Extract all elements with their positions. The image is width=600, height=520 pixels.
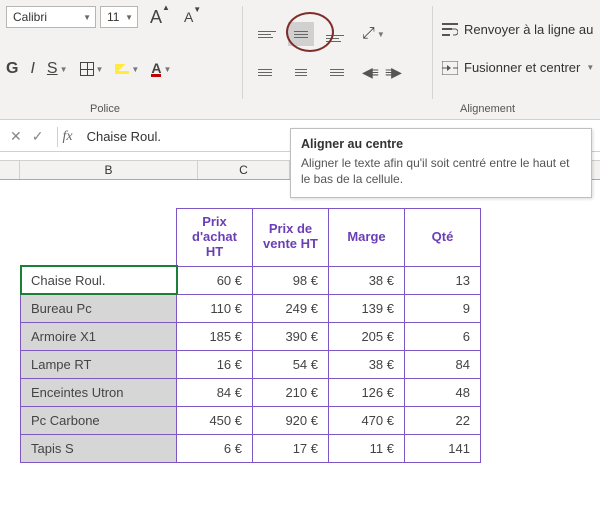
wrap-text-button[interactable]: Renvoyer à la ligne au bbox=[442, 22, 593, 37]
bucket-icon bbox=[115, 64, 129, 74]
borders-button[interactable]: ▼ bbox=[80, 62, 104, 76]
cell-qty[interactable]: 48 bbox=[405, 378, 481, 406]
worksheet[interactable]: Prix d'achat HT Prix de vente HT Marge Q… bbox=[0, 180, 600, 520]
cell-product-name[interactable]: Tapis S bbox=[21, 434, 177, 462]
table-row[interactable]: Chaise Roul.60 €98 €38 €13 bbox=[21, 266, 481, 294]
font-name-value: Calibri bbox=[13, 10, 47, 24]
decrease-font-size-button[interactable]: A▼ bbox=[184, 9, 201, 25]
separator bbox=[432, 6, 433, 99]
cell-sell-price[interactable]: 920 € bbox=[253, 406, 329, 434]
table-row[interactable]: Armoire X1185 €390 €205 €6 bbox=[21, 322, 481, 350]
cell-qty[interactable]: 141 bbox=[405, 434, 481, 462]
decrease-indent-button[interactable]: ◀≡ bbox=[362, 64, 377, 81]
cell-buy-price[interactable]: 450 € bbox=[177, 406, 253, 434]
cell-margin[interactable]: 126 € bbox=[329, 378, 405, 406]
cell-buy-price[interactable]: 6 € bbox=[177, 434, 253, 462]
orientation-button[interactable]: ⤢▼ bbox=[362, 25, 385, 43]
chevron-down-icon: ▼ bbox=[83, 13, 91, 22]
cell-product-name[interactable]: Lampe RT bbox=[21, 350, 177, 378]
table-header[interactable]: Qté bbox=[405, 209, 481, 267]
fx-icon[interactable]: fx bbox=[62, 129, 72, 145]
table-header[interactable]: Prix de vente HT bbox=[253, 209, 329, 267]
cell-margin[interactable]: 11 € bbox=[329, 434, 405, 462]
cell-margin[interactable]: 139 € bbox=[329, 294, 405, 322]
cell-qty[interactable]: 22 bbox=[405, 406, 481, 434]
cell-product-name[interactable]: Bureau Pc bbox=[21, 294, 177, 322]
cell-buy-price[interactable]: 185 € bbox=[177, 322, 253, 350]
align-left-button[interactable] bbox=[254, 60, 280, 84]
cell-margin[interactable]: 38 € bbox=[329, 266, 405, 294]
ribbon: Calibri ▼ 11 ▼ A▲ A▼ G I S▼ ▼ ▼ A▼ Polic… bbox=[0, 0, 600, 120]
cell-margin[interactable]: 38 € bbox=[329, 350, 405, 378]
formula-bar-value[interactable]: Chaise Roul. bbox=[73, 129, 161, 144]
font-size-combo[interactable]: 11 ▼ bbox=[100, 6, 138, 28]
merge-center-label: Fusionner et centrer bbox=[464, 60, 580, 75]
chevron-down-icon: ▼ bbox=[125, 13, 133, 22]
bold-button[interactable]: G bbox=[6, 60, 18, 78]
borders-icon bbox=[80, 62, 94, 76]
cell-product-name[interactable]: Chaise Roul. bbox=[21, 266, 177, 294]
column-header-b[interactable]: B bbox=[20, 161, 198, 179]
wrap-text-label: Renvoyer à la ligne au bbox=[464, 22, 593, 37]
cell-product-name[interactable]: Pc Carbone bbox=[21, 406, 177, 434]
underline-button[interactable]: S▼ bbox=[47, 60, 68, 78]
table-header[interactable]: Marge bbox=[329, 209, 405, 267]
cell-buy-price[interactable]: 110 € bbox=[177, 294, 253, 322]
cell-qty[interactable]: 6 bbox=[405, 322, 481, 350]
cell-margin[interactable]: 205 € bbox=[329, 322, 405, 350]
tooltip-title: Aligner au centre bbox=[301, 137, 581, 151]
cell-sell-price[interactable]: 54 € bbox=[253, 350, 329, 378]
align-middle-button[interactable] bbox=[288, 22, 314, 46]
tooltip: Aligner au centre Aligner le texte afin … bbox=[290, 128, 592, 198]
cell-qty[interactable]: 9 bbox=[405, 294, 481, 322]
merge-center-button[interactable]: Fusionner et centrer ▼ bbox=[442, 60, 594, 75]
cell-buy-price[interactable]: 84 € bbox=[177, 378, 253, 406]
row-header-gutter[interactable] bbox=[0, 161, 20, 179]
ribbon-group-label-alignment: Alignement bbox=[460, 103, 515, 115]
italic-button[interactable]: I bbox=[30, 60, 34, 78]
merge-icon bbox=[442, 61, 458, 75]
cell-qty[interactable]: 13 bbox=[405, 266, 481, 294]
increase-font-size-button[interactable]: A▲ bbox=[150, 7, 170, 28]
cell-sell-price[interactable]: 210 € bbox=[253, 378, 329, 406]
cell-buy-price[interactable]: 60 € bbox=[177, 266, 253, 294]
table-header[interactable]: Prix d'achat HT bbox=[177, 209, 253, 267]
table-corner bbox=[21, 209, 177, 267]
table-row[interactable]: Tapis S6 €17 €11 €141 bbox=[21, 434, 481, 462]
cell-sell-price[interactable]: 17 € bbox=[253, 434, 329, 462]
data-table: Prix d'achat HT Prix de vente HT Marge Q… bbox=[20, 208, 481, 463]
chevron-down-icon: ▼ bbox=[586, 63, 594, 72]
column-header-c[interactable]: C bbox=[198, 161, 290, 179]
font-color-icon: A bbox=[151, 62, 161, 77]
table-row[interactable]: Pc Carbone450 €920 €470 €22 bbox=[21, 406, 481, 434]
align-right-button[interactable] bbox=[322, 60, 348, 84]
cell-product-name[interactable]: Armoire X1 bbox=[21, 322, 177, 350]
table-row[interactable]: Lampe RT16 €54 €38 €84 bbox=[21, 350, 481, 378]
separator bbox=[57, 127, 58, 147]
font-size-value: 11 bbox=[107, 10, 119, 24]
wrap-text-icon bbox=[442, 23, 458, 37]
fill-color-button[interactable]: ▼ bbox=[115, 64, 139, 74]
cell-qty[interactable]: 84 bbox=[405, 350, 481, 378]
align-center-button[interactable] bbox=[288, 60, 314, 84]
separator bbox=[242, 6, 243, 99]
align-bottom-button[interactable] bbox=[322, 22, 348, 46]
cell-margin[interactable]: 470 € bbox=[329, 406, 405, 434]
font-name-combo[interactable]: Calibri ▼ bbox=[6, 6, 96, 28]
table-row[interactable]: Bureau Pc110 €249 €139 €9 bbox=[21, 294, 481, 322]
font-color-button[interactable]: A▼ bbox=[151, 62, 171, 77]
cell-sell-price[interactable]: 98 € bbox=[253, 266, 329, 294]
confirm-icon[interactable]: ✓ bbox=[32, 128, 44, 145]
table-row[interactable]: Enceintes Utron84 €210 €126 €48 bbox=[21, 378, 481, 406]
align-top-button[interactable] bbox=[254, 22, 280, 46]
cell-product-name[interactable]: Enceintes Utron bbox=[21, 378, 177, 406]
increase-indent-button[interactable]: ≡▶ bbox=[385, 64, 400, 81]
cell-buy-price[interactable]: 16 € bbox=[177, 350, 253, 378]
cancel-icon[interactable]: ✕ bbox=[10, 128, 22, 145]
cell-sell-price[interactable]: 249 € bbox=[253, 294, 329, 322]
cell-sell-price[interactable]: 390 € bbox=[253, 322, 329, 350]
tooltip-body: Aligner le texte afin qu'il soit centré … bbox=[301, 155, 581, 187]
ribbon-group-label-font: Police bbox=[90, 103, 120, 115]
